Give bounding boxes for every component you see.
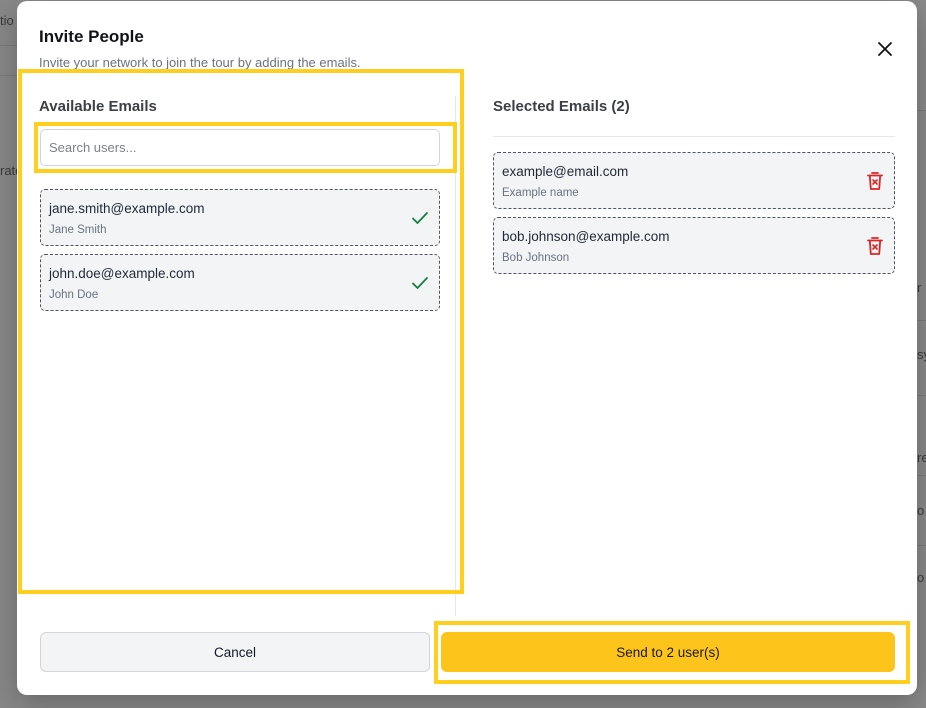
background-divider (917, 320, 926, 321)
dialog-title: Invite People (39, 27, 144, 46)
available-email-item[interactable]: john.doe@example.com John Doe (40, 254, 440, 311)
email-address: example@email.com (502, 164, 629, 179)
search-users-input[interactable] (40, 129, 440, 166)
background-divider (917, 395, 926, 396)
available-emails-title: Available Emails (39, 98, 157, 115)
background-text-fragment: r (917, 280, 922, 295)
trash-icon[interactable] (864, 170, 886, 192)
available-email-item[interactable]: jane.smith@example.com Jane Smith (40, 189, 440, 246)
email-address: jane.smith@example.com (49, 201, 205, 216)
email-contact-name: Jane Smith (49, 224, 107, 236)
background-divider (917, 110, 926, 111)
background-divider (0, 75, 17, 76)
email-contact-name: Example name (502, 187, 579, 199)
email-contact-name: Bob Johnson (502, 252, 570, 264)
trash-icon[interactable] (864, 235, 886, 257)
background-left-strip (0, 0, 17, 708)
cancel-button[interactable]: Cancel (40, 632, 430, 672)
close-button[interactable] (873, 37, 897, 61)
background-text-fragment: o (917, 570, 925, 585)
panel-divider (455, 96, 456, 616)
selected-email-item: bob.johnson@example.com Bob Johnson (493, 217, 895, 274)
check-icon[interactable] (409, 272, 431, 294)
selected-email-item: example@email.com Example name (493, 152, 895, 209)
email-address: bob.johnson@example.com (502, 229, 670, 244)
background-divider (917, 475, 926, 476)
close-icon (878, 42, 892, 56)
background-divider (917, 545, 926, 546)
background-text-fragment: sy (917, 347, 926, 362)
dialog-subtitle: Invite your network to join the tour by … (39, 55, 361, 70)
background-divider (0, 45, 17, 46)
send-invites-button[interactable]: Send to 2 user(s) (441, 632, 895, 672)
email-contact-name: John Doe (49, 289, 99, 301)
background-text-fragment: re (917, 450, 926, 465)
background-text-fragment: o (917, 503, 925, 518)
background-text-fragment: tio (0, 13, 14, 28)
invite-people-dialog: Invite People Invite your network to joi… (17, 1, 917, 695)
selected-header-divider (493, 136, 895, 137)
selected-emails-title: Selected Emails (2) (493, 98, 630, 115)
check-icon[interactable] (409, 207, 431, 229)
email-address: john.doe@example.com (49, 266, 195, 281)
